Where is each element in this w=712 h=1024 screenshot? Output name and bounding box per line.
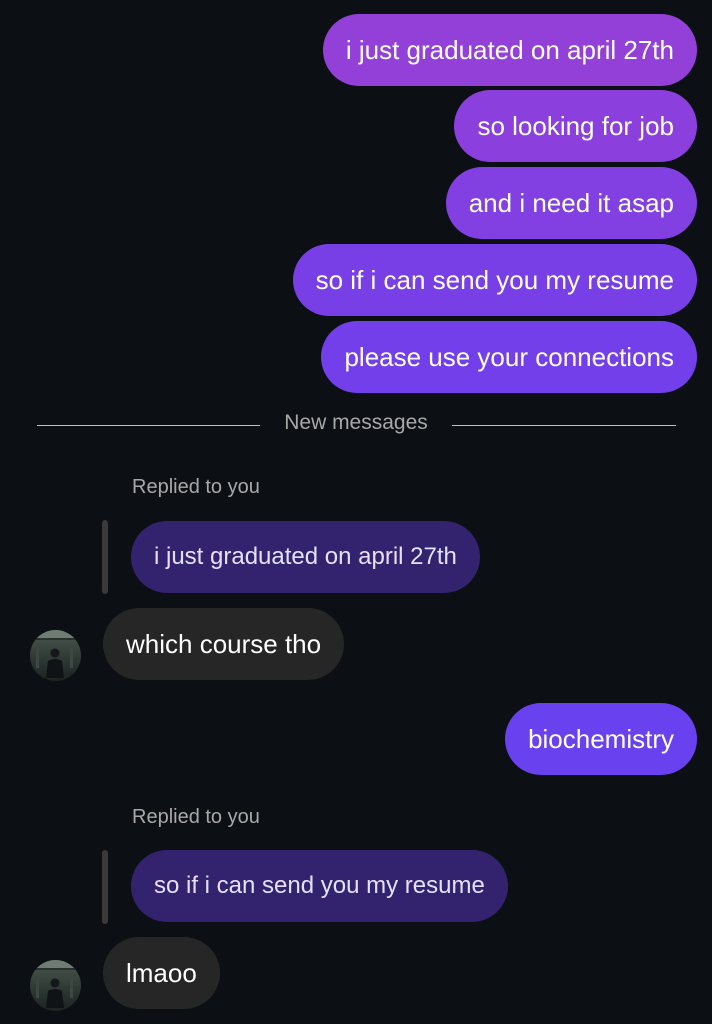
received-message[interactable]: which course tho xyxy=(103,608,345,680)
contact-avatar[interactable] xyxy=(30,960,81,1011)
quoted-message[interactable]: i just graduated on april 27th xyxy=(131,521,480,593)
sent-message[interactable]: i just graduated on april 27th xyxy=(322,14,697,86)
contact-avatar[interactable] xyxy=(30,630,81,681)
reply-quote-bar xyxy=(102,520,108,594)
sent-message[interactable]: and i need it asap xyxy=(445,167,697,239)
separator-line-right xyxy=(452,425,676,426)
person-silhouette-icon xyxy=(30,630,81,678)
received-message[interactable]: lmaoo xyxy=(103,937,220,1009)
new-messages-label: New messages xyxy=(284,411,428,434)
replied-to-you-label: Replied to you xyxy=(132,806,260,828)
sent-message[interactable]: biochemistry xyxy=(505,703,697,775)
sent-message[interactable]: please use your connections xyxy=(321,321,697,393)
sent-message[interactable]: so looking for job xyxy=(454,90,697,162)
replied-to-you-label: Replied to you xyxy=(132,476,260,498)
reply-quote-bar xyxy=(102,850,108,924)
quoted-message[interactable]: so if i can send you my resume xyxy=(131,850,508,922)
person-silhouette-icon xyxy=(30,960,81,1008)
sent-message[interactable]: so if i can send you my resume xyxy=(292,244,697,316)
